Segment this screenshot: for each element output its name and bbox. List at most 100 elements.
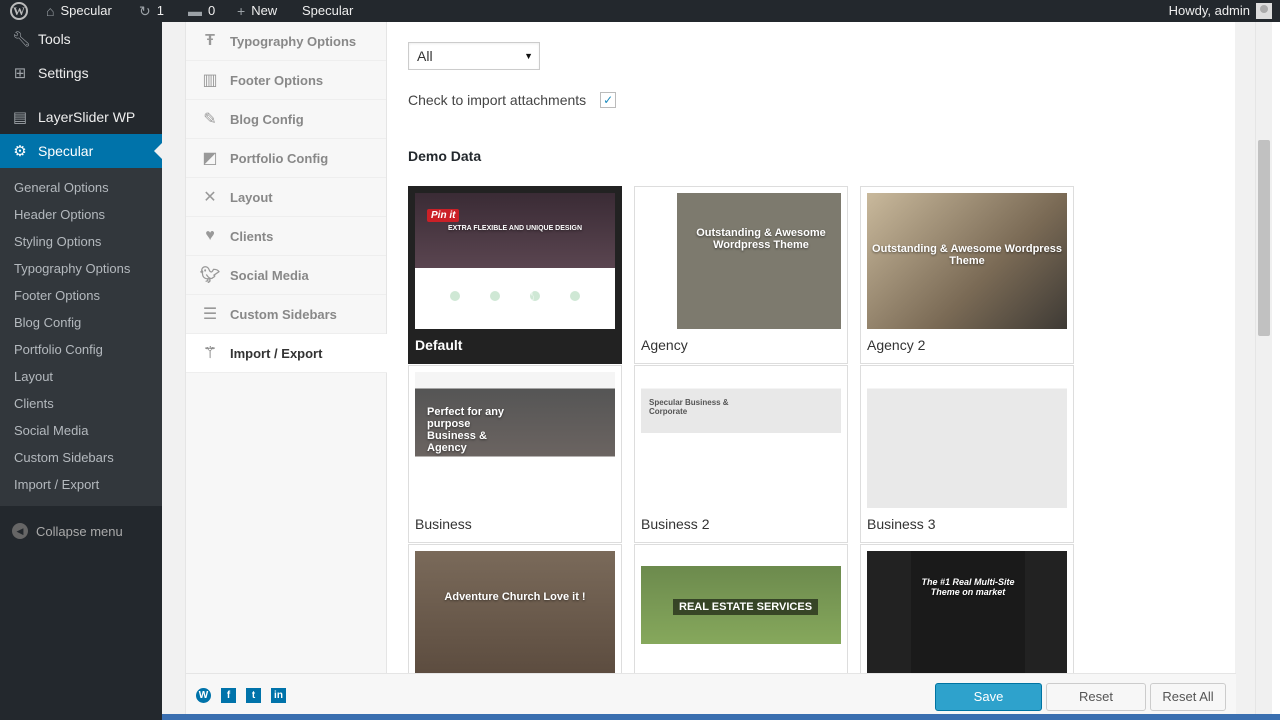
- comments-count: 0: [208, 3, 216, 18]
- submenu-item-layout[interactable]: Layout: [0, 363, 162, 390]
- tab-label: Blog Config: [230, 111, 304, 127]
- demo-thumbnail: Adventure Church Love it !: [415, 551, 615, 673]
- thumb-hero-text: EXTRA FLEXIBLE AND UNIQUE DESIGN: [447, 225, 583, 232]
- tab-footer-options[interactable]: ▥ Footer Options: [186, 61, 386, 100]
- demo-item-default[interactable]: Pin it EXTRA FLEXIBLE AND UNIQUE DESIGN …: [408, 186, 622, 364]
- thumb-inner-page: [911, 551, 1025, 673]
- options-panel: Ŧ Typography Options ▥ Footer Options ✎ …: [185, 22, 1236, 720]
- settings-icon: ⊞: [13, 65, 27, 82]
- submenu-item-portfolio-config[interactable]: Portfolio Config: [0, 336, 162, 363]
- demo-thumbnail: The #1 Real Multi-Site Theme on market: [867, 551, 1067, 673]
- admin-menu: 🔧︎ Tools ⊞ Settings ▤ LayerSlider WP ⚙ S…: [0, 22, 162, 720]
- collapse-menu-button[interactable]: ◀ Collapse menu: [0, 514, 162, 548]
- tab-social-media[interactable]: 🐦︎ Social Media: [186, 256, 386, 295]
- import-attachments-checkbox[interactable]: ✓: [600, 92, 617, 108]
- scrollbar-thumb[interactable]: [1258, 140, 1270, 336]
- tab-label: Social Media: [230, 267, 309, 283]
- menu-item-specular[interactable]: ⚙ Specular: [0, 134, 162, 168]
- import-attachments-option: Check to import attachments ✓: [408, 92, 617, 108]
- submenu-item-general-options[interactable]: General Options: [0, 174, 162, 201]
- demo-item-agency-2[interactable]: Outstanding & Awesome Wordpress Theme Ag…: [860, 186, 1074, 364]
- tab-label: Footer Options: [230, 72, 324, 88]
- layout-icon: ✕: [203, 189, 217, 206]
- tab-label: Portfolio Config: [230, 150, 329, 166]
- save-changes-button[interactable]: Save Changes: [935, 683, 1042, 720]
- taskbar-edge: [162, 714, 1280, 720]
- menu-item-tools[interactable]: 🔧︎ Tools: [0, 22, 162, 56]
- tab-blog-config[interactable]: ✎ Blog Config: [186, 100, 386, 139]
- section-title: Demo Data: [408, 148, 482, 164]
- submenu-item-footer-options[interactable]: Footer Options: [0, 282, 162, 309]
- options-footer: W f t in Save Changes Reset Section Rese…: [186, 673, 1236, 720]
- new-content-link[interactable]: + New: [237, 0, 277, 22]
- tab-layout[interactable]: ✕ Layout: [186, 178, 386, 217]
- home-icon: ⌂: [46, 3, 55, 19]
- tab-typography-options[interactable]: Ŧ Typography Options: [186, 22, 386, 61]
- demo-thumbnail: REAL ESTATE SERVICES: [641, 551, 841, 673]
- twitter-icon[interactable]: t: [246, 688, 261, 703]
- reset-all-button[interactable]: Reset All: [1150, 683, 1226, 711]
- tab-label: Custom Sidebars: [230, 306, 337, 322]
- wrench-icon: 🔧︎: [12, 31, 32, 48]
- avatar: [1256, 3, 1272, 19]
- demo-name: Agency: [641, 337, 688, 353]
- demo-name: Business 3: [867, 516, 936, 532]
- demo-name: Business: [415, 516, 472, 532]
- updates-link[interactable]: ↻ 1: [139, 0, 164, 22]
- menu-item-label: LayerSlider WP: [38, 109, 136, 125]
- submenu-item-header-options[interactable]: Header Options: [0, 201, 162, 228]
- portfolio-icon: ◩: [202, 150, 218, 167]
- tab-clients[interactable]: ♥ Clients: [186, 217, 386, 256]
- admin-bar: W ⌂ Specular ↻ 1 ▬ 0 + New Specular Howd…: [0, 0, 1280, 22]
- hand-cursor-icon: ☝: [525, 287, 535, 304]
- menu-separator: [0, 90, 162, 100]
- typography-icon: Ŧ: [205, 32, 215, 49]
- submenu-item-import-export[interactable]: Import / Export: [0, 471, 162, 498]
- select-value: All: [417, 48, 433, 64]
- demo-item-real-estate[interactable]: REAL ESTATE SERVICES: [634, 544, 848, 673]
- demo-name: Agency 2: [867, 337, 926, 353]
- demo-item-agency[interactable]: Outstanding & Awesome Wordpress Theme Ag…: [634, 186, 848, 364]
- menu-item-layerslider[interactable]: ▤ LayerSlider WP: [0, 100, 162, 134]
- theme-link[interactable]: Specular: [302, 0, 353, 22]
- wordpress-logo-icon[interactable]: W: [8, 0, 30, 22]
- demo-filter-select[interactable]: All ▼: [408, 42, 540, 70]
- submenu-item-clients[interactable]: Clients: [0, 390, 162, 417]
- demo-item-business[interactable]: Perfect for any purpose Business & Agenc…: [408, 365, 622, 543]
- comments-link[interactable]: ▬ 0: [188, 0, 215, 22]
- thumb-hero-text: Specular Business & Corporate: [649, 398, 729, 416]
- thumb-hero-text: Adventure Church Love it !: [444, 591, 586, 603]
- submenu-item-custom-sidebars[interactable]: Custom Sidebars: [0, 444, 162, 471]
- reset-section-button[interactable]: Reset Section: [1046, 683, 1146, 720]
- page-scrollbar[interactable]: [1255, 22, 1272, 720]
- tab-label: Import / Export: [230, 345, 323, 361]
- options-tabs: Ŧ Typography Options ▥ Footer Options ✎ …: [186, 22, 387, 673]
- demo-item-church[interactable]: Adventure Church Love it !: [408, 544, 622, 673]
- facebook-icon[interactable]: f: [221, 688, 236, 703]
- site-name: Specular: [60, 3, 112, 18]
- tab-import-export[interactable]: ⚚ Import / Export: [186, 334, 387, 373]
- demo-item-business-3[interactable]: Business 3: [860, 365, 1074, 543]
- thumb-hero-text: Outstanding & Awesome Wordpress Theme: [872, 243, 1062, 267]
- tab-label: Clients: [230, 228, 274, 244]
- wordpress-icon[interactable]: W: [196, 688, 211, 703]
- tab-custom-sidebars[interactable]: ☰ Custom Sidebars: [186, 295, 386, 334]
- comment-icon: ▬: [188, 3, 202, 19]
- submenu-item-typography-options[interactable]: Typography Options: [0, 255, 162, 282]
- heart-icon: ♥: [205, 227, 215, 244]
- site-home-link[interactable]: ⌂ Specular: [46, 0, 112, 22]
- account-menu[interactable]: Howdy, admin: [1169, 0, 1272, 22]
- updates-count: 1: [156, 3, 164, 18]
- submenu-item-blog-config[interactable]: Blog Config: [0, 309, 162, 336]
- menu-item-settings[interactable]: ⊞ Settings: [0, 56, 162, 90]
- demo-item-multisite[interactable]: The #1 Real Multi-Site Theme on market: [860, 544, 1074, 673]
- submenu-item-styling-options[interactable]: Styling Options: [0, 228, 162, 255]
- sidebars-icon: ☰: [202, 306, 218, 323]
- submenu-item-social-media[interactable]: Social Media: [0, 417, 162, 444]
- demo-item-business-2[interactable]: Specular Business & Corporate Business 2: [634, 365, 848, 543]
- howdy-text: Howdy, admin: [1168, 3, 1250, 18]
- tab-portfolio-config[interactable]: ◩ Portfolio Config: [186, 139, 386, 178]
- linkedin-icon[interactable]: in: [271, 688, 286, 703]
- demo-name: Business 2: [641, 516, 710, 532]
- tab-label: Layout: [230, 189, 273, 205]
